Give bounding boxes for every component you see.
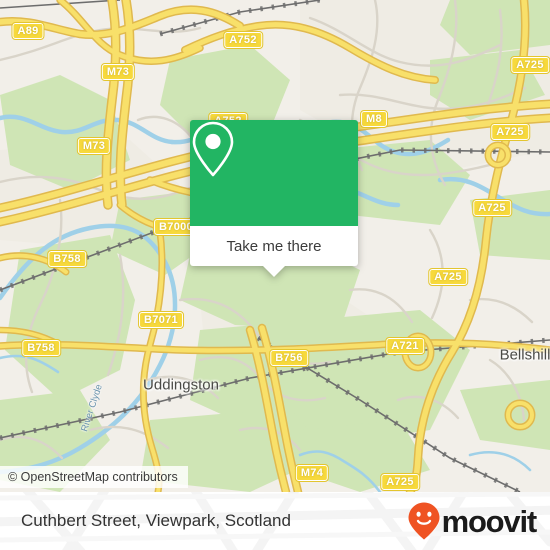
location-popup-card[interactable]: Take me there xyxy=(190,120,358,277)
road-shield-m73: M73 xyxy=(100,63,136,81)
road-shield-m74: M74 xyxy=(294,464,330,482)
map-canvas[interactable]: Uddingston Bellshill River Clyde A89 M73… xyxy=(0,0,550,492)
road-shield-a725-3: A725 xyxy=(472,199,512,217)
osm-attribution[interactable]: © OpenStreetMap contributors xyxy=(0,466,188,488)
road-shield-a721: A721 xyxy=(385,337,425,355)
road-shield-m8: M8 xyxy=(360,110,388,128)
road-shield-b758-2: B758 xyxy=(21,339,61,357)
road-shield-a752: A752 xyxy=(223,31,263,49)
road-shield-a725-2: A725 xyxy=(490,123,530,141)
footer-bar: Cuthbert Street, Viewpark, Scotland moov… xyxy=(0,492,550,550)
take-me-there-button[interactable]: Take me there xyxy=(190,226,358,266)
place-label-uddingston: Uddingston xyxy=(143,376,219,394)
popup-pointer-tail xyxy=(263,266,285,277)
location-title: Cuthbert Street, Viewpark, Scotland xyxy=(21,511,291,530)
location-pin-icon xyxy=(192,121,234,177)
road-shield-a725-5: A725 xyxy=(380,473,420,491)
popup-header xyxy=(190,120,358,226)
road-shield-b756: B756 xyxy=(269,349,309,367)
moovit-map-screenshot: Uddingston Bellshill River Clyde A89 M73… xyxy=(0,0,550,550)
moovit-pin-smiley-icon xyxy=(408,502,440,540)
road-shield-a725-4: A725 xyxy=(428,268,468,286)
moovit-logo[interactable]: moovit xyxy=(407,501,538,541)
road-shield-m73-2: M73 xyxy=(76,137,112,155)
road-shield-b758: B758 xyxy=(47,250,87,268)
moovit-wordmark: moovit xyxy=(441,503,538,539)
road-shield-b7071: B7071 xyxy=(138,311,184,329)
place-label-bellshill: Bellshill xyxy=(499,346,550,364)
road-shield-a89: A89 xyxy=(11,22,45,40)
road-shield-a725: A725 xyxy=(510,56,550,74)
